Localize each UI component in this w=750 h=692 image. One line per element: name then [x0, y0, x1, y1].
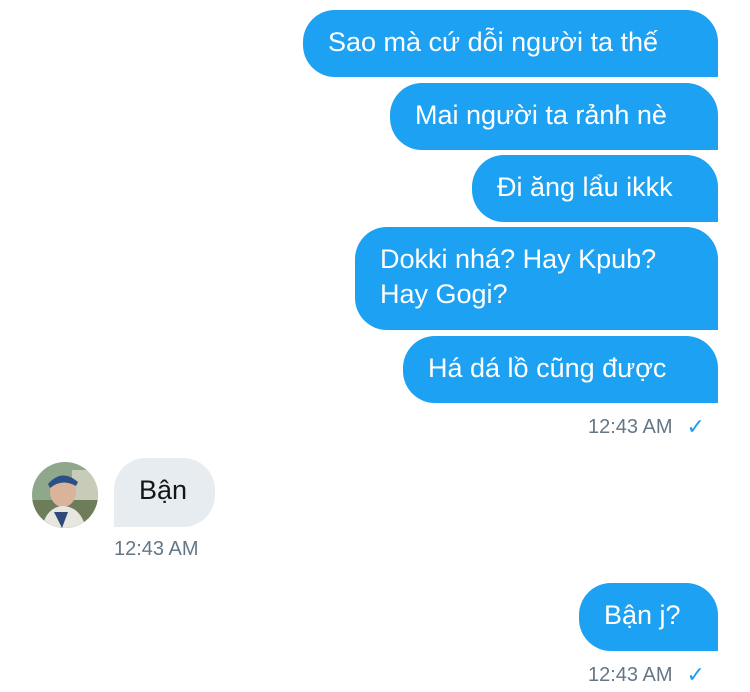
message-text-line: Hay Gogi?: [380, 279, 508, 309]
checkmark-icon: ✓: [686, 662, 705, 687]
timestamp-text: 12:43 AM: [588, 663, 673, 686]
timestamp-text: 12:43 AM: [114, 538, 199, 560]
outgoing-message[interactable]: Bận j?: [579, 583, 718, 651]
message-text: Đi ăng lẩu ikkk: [497, 172, 673, 202]
message-timestamp: 12:43 AM ✓: [588, 662, 705, 688]
message-text: Bận j?: [604, 600, 681, 630]
outgoing-message[interactable]: Đi ăng lẩu ikkk: [472, 155, 718, 222]
message-text: Bận: [139, 475, 188, 505]
timestamp-text: 12:43 AM: [588, 415, 673, 438]
user-avatar[interactable]: [32, 462, 98, 528]
outgoing-message[interactable]: Há dá lồ cũng được: [403, 336, 718, 403]
message-text: Sao mà cứ dỗi người ta thế: [328, 27, 659, 57]
message-timestamp: 12:43 AM: [114, 538, 199, 561]
message-timestamp: 12:43 AM ✓: [588, 414, 705, 440]
outgoing-message[interactable]: Sao mà cứ dỗi người ta thế: [303, 10, 718, 77]
message-text: Mai người ta rảnh nè: [415, 100, 667, 130]
outgoing-message[interactable]: Mai người ta rảnh nè: [390, 83, 718, 150]
message-text-line: Dokki nhá? Hay Kpub?: [380, 244, 657, 274]
outgoing-message[interactable]: Dokki nhá? Hay Kpub? Hay Gogi?: [355, 227, 718, 330]
message-text: Há dá lồ cũng được: [428, 353, 667, 383]
incoming-message[interactable]: Bận: [114, 458, 215, 527]
checkmark-icon: ✓: [686, 414, 705, 439]
